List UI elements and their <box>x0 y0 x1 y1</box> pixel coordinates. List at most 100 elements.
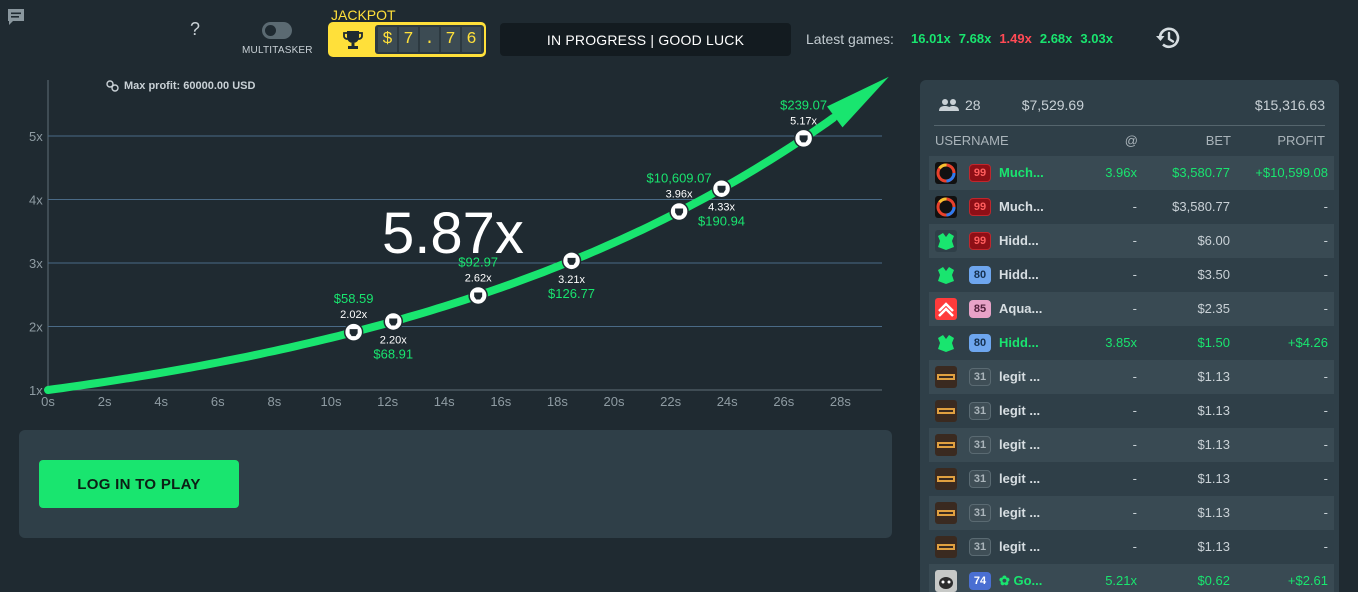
x-tick-label: 12s <box>377 394 398 409</box>
player-avatar[interactable] <box>935 502 957 524</box>
x-tick-label: 24s <box>717 394 738 409</box>
latest-game-multiplier[interactable]: 1.49x <box>999 31 1032 46</box>
x-tick-label: 26s <box>773 394 794 409</box>
x-tick-label: 4s <box>154 394 168 409</box>
player-username[interactable]: Hidd... <box>999 335 1039 350</box>
player-username[interactable]: Much... <box>999 199 1044 214</box>
player-avatar[interactable] <box>935 230 957 252</box>
multitasker-toggle[interactable] <box>262 22 292 39</box>
player-username[interactable]: Hidd... <box>999 267 1039 282</box>
player-row[interactable]: 80 Hidd... 3.85x $1.50 +$4.26 <box>929 326 1334 360</box>
player-level-badge: 99 <box>969 198 991 216</box>
player-avatar[interactable] <box>935 570 957 592</box>
player-username[interactable]: legit ... <box>999 471 1040 486</box>
player-avatar[interactable] <box>935 298 957 320</box>
player-bet: $1.13 <box>1197 437 1230 452</box>
player-cashout-multiplier: - <box>1132 471 1137 486</box>
player-username[interactable]: legit ... <box>999 403 1040 418</box>
player-row[interactable]: 31 legit ... - $1.13 - <box>929 360 1334 394</box>
player-avatar[interactable] <box>935 196 957 218</box>
player-bet: $1.13 <box>1197 471 1230 486</box>
player-avatar[interactable] <box>935 332 957 354</box>
player-avatar[interactable] <box>935 536 957 558</box>
trophy-icon <box>336 27 369 53</box>
player-level-badge: 80 <box>969 266 991 284</box>
player-row[interactable]: 80 Hidd... - $3.50 - <box>929 258 1334 292</box>
player-row[interactable]: 31 legit ... - $1.13 - <box>929 530 1334 564</box>
player-cashout-multiplier: - <box>1132 505 1137 520</box>
latest-game-multiplier[interactable]: 2.68x <box>1040 31 1073 46</box>
login-to-play-button[interactable]: LOG IN TO PLAY <box>39 460 239 508</box>
cashout-multiplier-label: 3.21x <box>558 274 585 286</box>
player-username[interactable]: Hidd... <box>999 233 1039 248</box>
player-row[interactable]: 99 Hidd... - $6.00 - <box>929 224 1334 258</box>
player-username[interactable]: legit ... <box>999 437 1040 452</box>
player-row[interactable]: 31 legit ... - $1.13 - <box>929 428 1334 462</box>
player-avatar[interactable] <box>935 468 957 490</box>
latest-game-multiplier[interactable]: 16.01x <box>911 31 951 46</box>
player-bet: $1.13 <box>1197 403 1230 418</box>
player-cashout-multiplier: - <box>1132 403 1137 418</box>
player-profit: - <box>1323 539 1328 554</box>
player-username[interactable]: legit ... <box>999 369 1040 384</box>
player-row[interactable]: 99 Much... 3.96x $3,580.77 +$10,599.08 <box>929 156 1334 190</box>
player-cashout-multiplier: - <box>1132 267 1137 282</box>
players-summary: 28 $7,529.69 $15,316.63 <box>920 80 1339 124</box>
player-cashout-multiplier: 5.21x <box>1105 573 1137 588</box>
player-bet: $1.13 <box>1197 369 1230 384</box>
players-table-header: USERNAME @ BET PROFIT <box>920 133 1339 151</box>
y-tick-label: 3x <box>29 256 43 271</box>
x-tick-label: 14s <box>434 394 455 409</box>
cashout-multiplier-label: 2.62x <box>465 272 492 284</box>
player-cashout-multiplier: - <box>1132 437 1137 452</box>
latest-game-multiplier[interactable]: 7.68x <box>959 31 992 46</box>
player-avatar[interactable] <box>935 366 957 388</box>
player-username[interactable]: legit ... <box>999 505 1040 520</box>
x-tick-label: 10s <box>321 394 342 409</box>
cashout-marker <box>669 201 689 222</box>
player-row[interactable]: 31 legit ... - $1.13 - <box>929 462 1334 496</box>
player-username[interactable]: legit ... <box>999 539 1040 554</box>
player-bet: $1.13 <box>1197 505 1230 520</box>
help-button[interactable]: ? <box>190 19 200 40</box>
player-profit: - <box>1323 505 1328 520</box>
player-profit: - <box>1323 471 1328 486</box>
col-at: @ <box>1124 133 1138 148</box>
player-row[interactable]: 31 legit ... - $1.13 - <box>929 394 1334 428</box>
player-level-badge: 74 <box>969 572 991 590</box>
player-avatar[interactable] <box>935 264 957 286</box>
divider <box>934 125 1325 126</box>
chat-icon[interactable] <box>6 8 26 26</box>
player-username[interactable]: Aqua... <box>999 301 1042 316</box>
col-bet: BET <box>1205 133 1231 148</box>
max-profit-text: Max profit: 60000.00 USD <box>124 80 256 92</box>
player-level-badge: 31 <box>969 470 991 488</box>
cashout-multiplier-label: 2.20x <box>380 334 407 346</box>
player-profit: - <box>1323 267 1328 282</box>
player-cashout-multiplier: 3.85x <box>1105 335 1137 350</box>
cashout-multiplier-label: 4.33x <box>708 202 735 214</box>
player-username[interactable]: ✿ Go... <box>999 573 1042 589</box>
player-avatar[interactable] <box>935 162 957 184</box>
jackpot-digit: $ <box>378 27 397 52</box>
player-row[interactable]: 85 Aqua... - $2.35 - <box>929 292 1334 326</box>
player-count: 28 <box>938 97 981 113</box>
y-tick-label: 4x <box>29 193 43 208</box>
player-avatar[interactable] <box>935 400 957 422</box>
cashout-amount-label: $58.59 <box>334 291 374 306</box>
history-icon[interactable] <box>1153 24 1183 52</box>
coins-icon <box>106 80 119 92</box>
cashout-amount-label: $10,609.07 <box>647 171 712 186</box>
player-profit: - <box>1323 437 1328 452</box>
player-avatar[interactable] <box>935 434 957 456</box>
player-profit: - <box>1323 199 1328 214</box>
player-level-badge: 80 <box>969 334 991 352</box>
current-multiplier: 5.87x <box>382 201 524 266</box>
player-row[interactable]: 74 ✿ Go... 5.21x $0.62 +$2.61 <box>929 564 1334 592</box>
latest-game-multiplier[interactable]: 3.03x <box>1080 31 1113 46</box>
player-username[interactable]: Much... <box>999 165 1044 180</box>
player-level-badge: 31 <box>969 538 991 556</box>
player-bet: $3.50 <box>1197 267 1230 282</box>
player-row[interactable]: 31 legit ... - $1.13 - <box>929 496 1334 530</box>
player-row[interactable]: 99 Much... - $3,580.77 - <box>929 190 1334 224</box>
